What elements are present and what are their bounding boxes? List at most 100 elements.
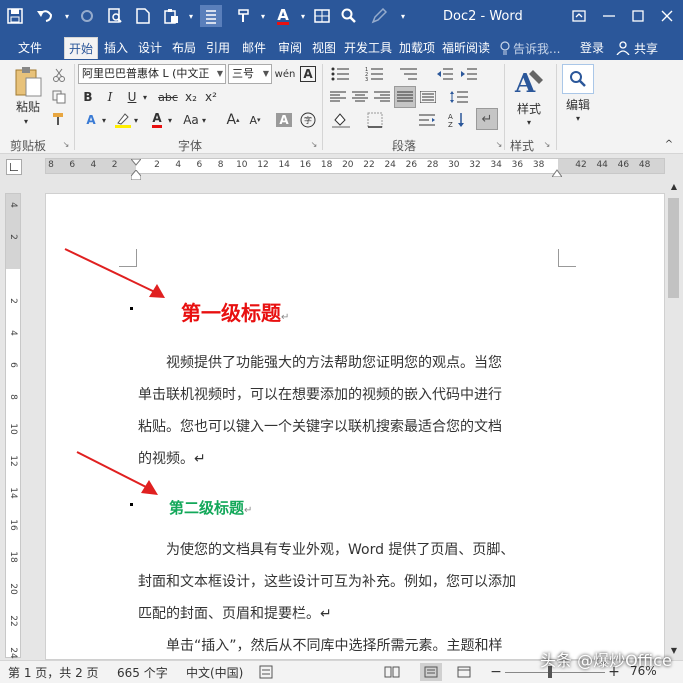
maximize-icon[interactable] — [624, 4, 652, 28]
tab-references[interactable]: 引用 — [202, 37, 234, 59]
format-dropdown-icon[interactable]: ▾ — [252, 5, 274, 27]
find-icon[interactable] — [562, 64, 594, 94]
vertical-scrollbar[interactable]: ▲ ▼ — [665, 178, 683, 660]
change-case-button[interactable]: Aa — [180, 110, 202, 130]
tab-review[interactable]: 审阅 — [274, 37, 306, 59]
table-icon[interactable] — [311, 5, 333, 27]
paste-button[interactable]: 粘贴 — [8, 98, 48, 114]
cut-icon[interactable] — [50, 66, 68, 84]
zoom-out-icon[interactable]: − — [490, 664, 502, 680]
scroll-up-icon[interactable]: ▲ — [668, 180, 680, 192]
editing-button[interactable]: 编辑 — [558, 96, 598, 112]
collapse-ribbon-icon[interactable]: ^ — [662, 138, 676, 150]
horizontal-ruler[interactable]: 8 6 4 2 2 4 6 8 10 12 14 16 18 20 22 24 26 28 30 32 34 36 38 42… — [0, 154, 683, 181]
heading-level-1[interactable]: 第一级标题↵ — [181, 297, 289, 326]
customize-qat-icon[interactable]: ▾ — [392, 5, 414, 27]
tab-layout[interactable]: 布局 — [168, 37, 200, 59]
tab-mailings[interactable]: 邮件 — [238, 37, 270, 59]
align-left-icon[interactable] — [328, 88, 348, 106]
bullets-icon[interactable] — [328, 64, 354, 84]
undo-dropdown-icon[interactable]: ▾ — [56, 5, 78, 27]
grow-font-button[interactable]: A ▴ — [224, 110, 242, 130]
font-color-icon[interactable]: A — [272, 5, 294, 27]
close-icon[interactable] — [653, 4, 681, 28]
vertical-ruler[interactable]: 4 2 2 4 6 8 10 12 14 16 18 20 22 24 — [5, 193, 21, 659]
tab-design[interactable]: 设计 — [134, 37, 166, 59]
tab-file[interactable]: 文件 — [8, 37, 52, 59]
font-size-combo[interactable]: 三号 ▼ — [228, 64, 272, 84]
enclose-char-icon[interactable]: 字 — [298, 110, 318, 130]
sort-icon[interactable]: AZ — [446, 110, 468, 130]
paste-dropdown-icon[interactable]: ▾ — [180, 5, 202, 27]
read-mode-icon[interactable] — [383, 664, 401, 680]
decrease-indent-icon[interactable] — [434, 64, 456, 84]
ribbon-display-icon[interactable] — [565, 4, 593, 28]
highlight-icon[interactable] — [112, 110, 134, 130]
right-indent-marker[interactable] — [551, 166, 563, 180]
clipboard-launcher-icon[interactable]: ↘ — [61, 138, 71, 150]
zoom-slider[interactable] — [505, 672, 605, 673]
justify-icon[interactable] — [394, 86, 416, 108]
tab-insert[interactable]: 插入 — [100, 37, 132, 59]
font-launcher-icon[interactable]: ↘ — [309, 138, 319, 150]
multilevel-list-icon[interactable] — [396, 64, 422, 84]
increase-indent-icon[interactable] — [458, 64, 480, 84]
first-line-indent-marker[interactable] — [129, 156, 143, 170]
styles-dropdown-icon[interactable]: ▾ — [519, 116, 539, 128]
font-color-button[interactable]: A — [146, 110, 168, 130]
language-status[interactable]: 中文(中国) — [186, 664, 243, 681]
paragraph-3[interactable]: 单击“插入”，然后从不同库中选择所需元素。主题和样 — [138, 630, 558, 662]
editing-dropdown-icon[interactable]: ▾ — [568, 112, 588, 124]
macro-record-icon[interactable] — [258, 664, 274, 680]
styles-launcher-icon[interactable]: ↘ — [542, 138, 552, 150]
tab-home[interactable]: 开始 — [64, 37, 98, 59]
format-painter-icon[interactable] — [50, 110, 68, 128]
tab-developer[interactable]: 开发工具 — [342, 37, 394, 59]
layout-icon[interactable] — [200, 5, 222, 27]
tab-view[interactable]: 视图 — [308, 37, 340, 59]
underline-dropdown-icon[interactable]: ▾ — [140, 88, 150, 106]
line-spacing-icon[interactable] — [446, 88, 472, 106]
tab-selector-icon[interactable] — [6, 159, 22, 175]
paste-icon[interactable] — [160, 5, 182, 27]
text-effects-dropdown-icon[interactable]: ▾ — [100, 110, 108, 130]
strikethrough-button[interactable]: abc — [156, 88, 180, 106]
char-shading-icon[interactable]: A — [274, 110, 294, 130]
page-count[interactable]: 第 1 页，共 2 页 — [8, 664, 99, 681]
hanging-indent-marker[interactable] — [130, 169, 142, 183]
underline-button[interactable]: U — [124, 88, 140, 106]
font-name-combo[interactable]: 阿里巴巴普惠体 L (中文正 ▼ — [78, 64, 226, 84]
italic-button[interactable]: I — [102, 88, 118, 106]
shading-icon[interactable] — [328, 110, 354, 130]
paste-large-icon[interactable] — [8, 64, 48, 98]
print-layout-icon[interactable] — [420, 663, 442, 681]
chinese-layout-icon[interactable] — [416, 110, 438, 130]
distributed-icon[interactable] — [418, 88, 438, 106]
align-right-icon[interactable] — [372, 88, 392, 106]
subscript-button[interactable]: x₂ — [182, 88, 200, 106]
share-button[interactable]: 共享 — [616, 37, 658, 59]
highlight-dropdown-icon[interactable]: ▾ — [132, 110, 140, 130]
show-marks-icon[interactable]: ↵ — [476, 108, 498, 130]
change-case-dropdown-icon[interactable]: ▾ — [200, 110, 208, 130]
paragraph-launcher-icon[interactable]: ↘ — [494, 138, 504, 150]
phonetic-guide-icon[interactable]: wén — [274, 64, 296, 84]
signin-link[interactable]: 登录 — [573, 37, 611, 59]
font-color-dropdown-icon[interactable]: ▾ — [166, 110, 174, 130]
word-count[interactable]: 665 个字 — [117, 664, 168, 681]
paragraph-1[interactable]: 视频提供了功能强大的方法帮助您证明您的观点。当您 单击联机视频时，可以在想要添加… — [138, 347, 558, 475]
tab-addins[interactable]: 加载项 — [396, 37, 438, 59]
borders-icon[interactable] — [362, 110, 388, 130]
web-layout-icon[interactable] — [455, 664, 473, 680]
styles-gallery-icon[interactable]: A — [510, 64, 548, 100]
scroll-thumb[interactable] — [668, 198, 679, 298]
text-effects-icon[interactable]: A — [80, 110, 102, 130]
minimize-icon[interactable] — [595, 4, 623, 28]
copy-icon[interactable] — [50, 88, 68, 106]
new-document-icon[interactable] — [132, 5, 154, 27]
align-center-icon[interactable] — [350, 88, 370, 106]
styles-button[interactable]: 样式 — [510, 100, 548, 116]
redo-icon[interactable] — [76, 5, 98, 27]
tell-me-box[interactable]: 告诉我... — [500, 38, 560, 58]
numbering-icon[interactable]: 123 — [362, 64, 388, 84]
